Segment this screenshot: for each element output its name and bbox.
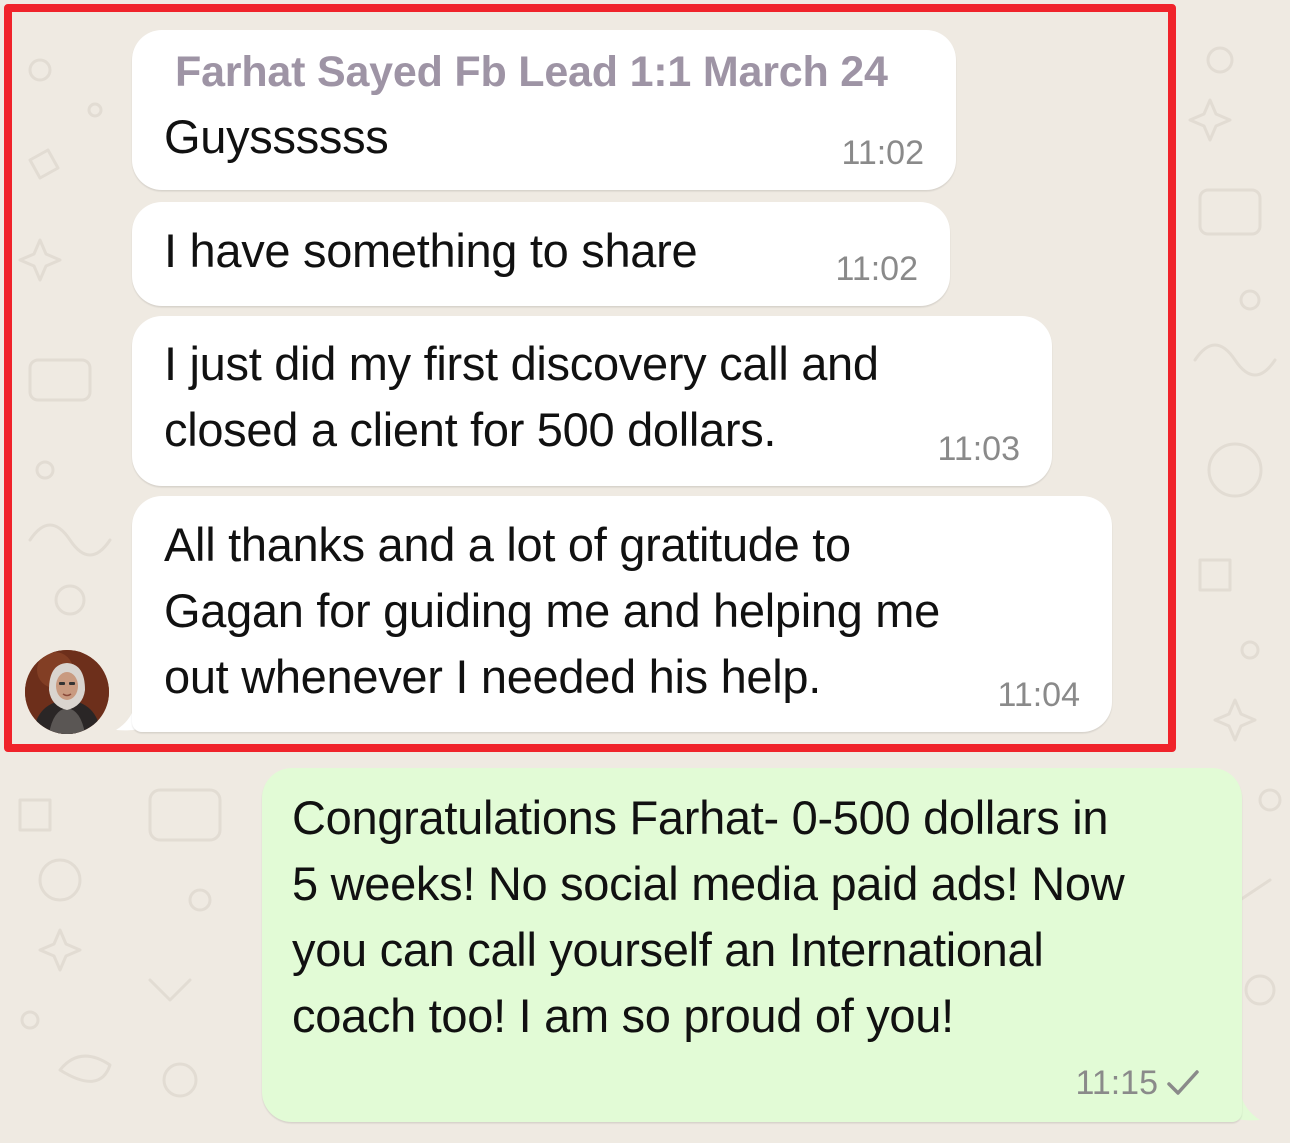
message-text: you can call yourself an International — [292, 923, 1044, 976]
message-text: Congratulations Farhat- 0-500 dollars in — [292, 791, 1109, 844]
message-timestamp: 11:15 — [1075, 1064, 1158, 1102]
message-text: coach too! I am so proud of you! — [292, 989, 954, 1042]
message-text: 5 weeks! No social media paid ads! Now — [292, 857, 1125, 910]
highlight-frame — [4, 4, 1176, 752]
single-check-icon — [1167, 1070, 1199, 1095]
outgoing-message[interactable]: Congratulations Farhat- 0-500 dollars in… — [262, 768, 1242, 1122]
chat-message-list[interactable]: Farhat Sayed Fb Lead 1:1 March 24 Guysss… — [0, 0, 1290, 1143]
